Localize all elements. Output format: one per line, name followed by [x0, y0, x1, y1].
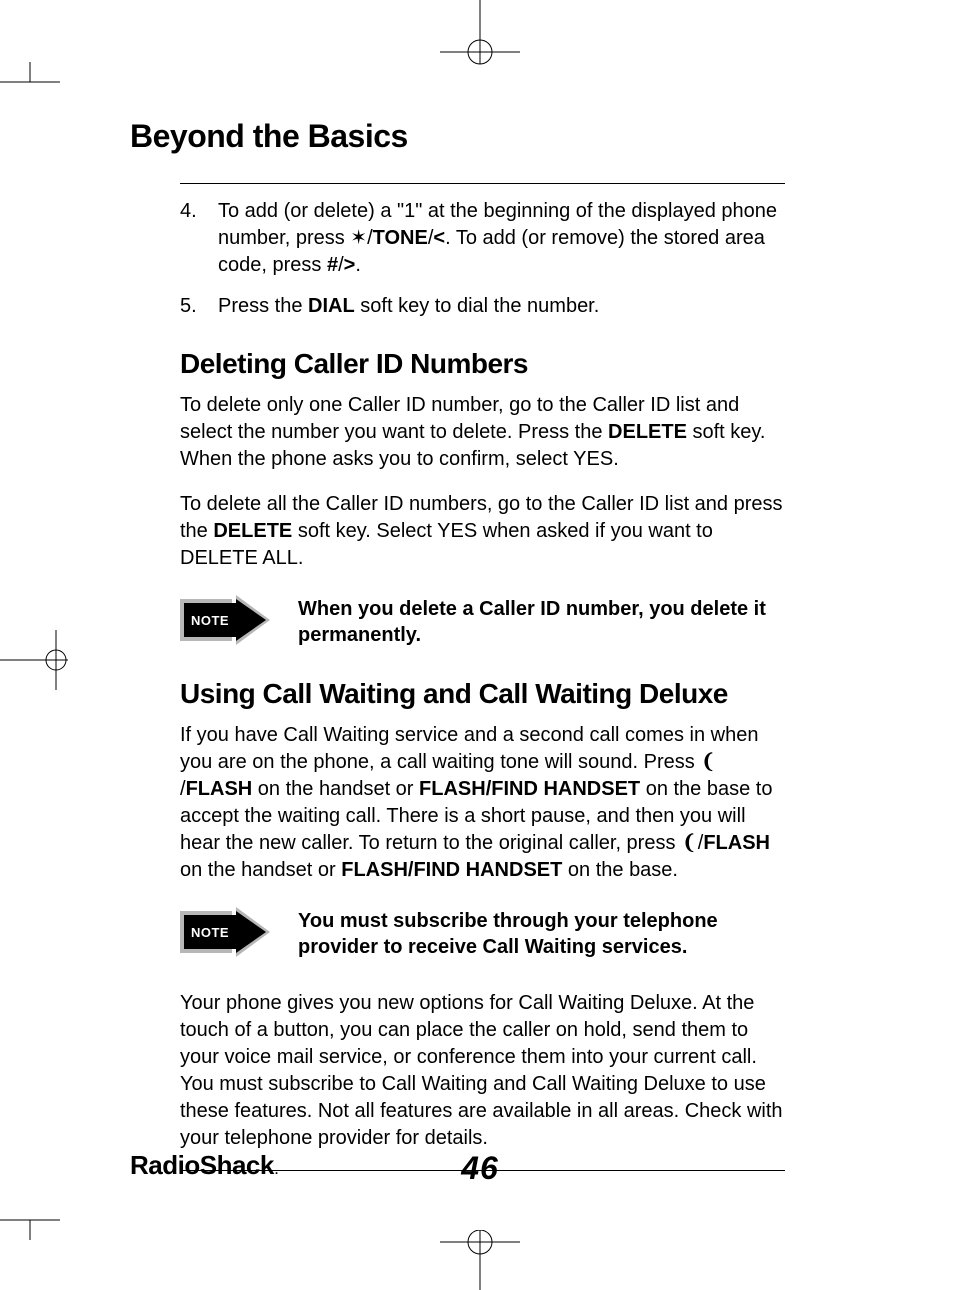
- brand-logo: RadioShack.: [130, 1150, 278, 1181]
- step-text: Press the DIAL soft key to dial the numb…: [218, 295, 599, 317]
- note-badge-icon: NOTE: [180, 905, 270, 963]
- top-rule: [180, 183, 785, 184]
- heading-call-waiting: Using Call Waiting and Call Waiting Delu…: [180, 678, 785, 710]
- page-content: Beyond the Basics 4. To add (or delete) …: [130, 118, 830, 1171]
- content-column: 4. To add (or delete) a "1" at the begin…: [180, 183, 785, 1171]
- note-text: When you delete a Caller ID number, you …: [298, 596, 785, 648]
- phone-icon: ❨: [702, 749, 715, 776]
- page-title: Beyond the Basics: [130, 118, 830, 155]
- phone-icon: ❨: [683, 830, 696, 857]
- step-4: 4. To add (or delete) a "1" at the begin…: [180, 198, 785, 279]
- call-waiting-paragraph-3: Your phone gives you new options for Cal…: [180, 990, 785, 1152]
- note-block-2: NOTE You must subscribe through your tel…: [180, 902, 785, 966]
- step-5: 5. Press the DIAL soft key to dial the n…: [180, 293, 785, 320]
- registration-mark-bottom: [400, 1230, 560, 1290]
- registration-mark-left: [0, 600, 70, 720]
- heading-deleting-caller-id: Deleting Caller ID Numbers: [180, 348, 785, 380]
- numbered-steps: 4. To add (or delete) a "1" at the begin…: [180, 198, 785, 320]
- step-number: 4.: [180, 198, 197, 225]
- step-text: To add (or delete) a "1" at the beginnin…: [218, 200, 777, 276]
- note-badge-icon: NOTE: [180, 593, 270, 651]
- note-text: You must subscribe through your telephon…: [298, 908, 785, 960]
- note-block-1: NOTE When you delete a Caller ID number,…: [180, 590, 785, 654]
- brand-dot: .: [275, 1163, 278, 1177]
- note-label: NOTE: [184, 603, 236, 637]
- delete-paragraph-2: To delete all the Caller ID numbers, go …: [180, 491, 785, 572]
- delete-paragraph-1: To delete only one Caller ID number, go …: [180, 392, 785, 473]
- crop-mark-bottom-left: [0, 1200, 60, 1240]
- crop-mark-top-left: [0, 62, 60, 102]
- call-waiting-paragraph-1: If you have Call Waiting service and a s…: [180, 722, 785, 884]
- page-footer: RadioShack. 46: [130, 1150, 830, 1181]
- page-number: 46: [461, 1150, 499, 1187]
- note-label: NOTE: [184, 915, 236, 949]
- registration-mark-top: [400, 0, 560, 70]
- step-number: 5.: [180, 293, 197, 320]
- star-icon: ✶: [350, 227, 367, 249]
